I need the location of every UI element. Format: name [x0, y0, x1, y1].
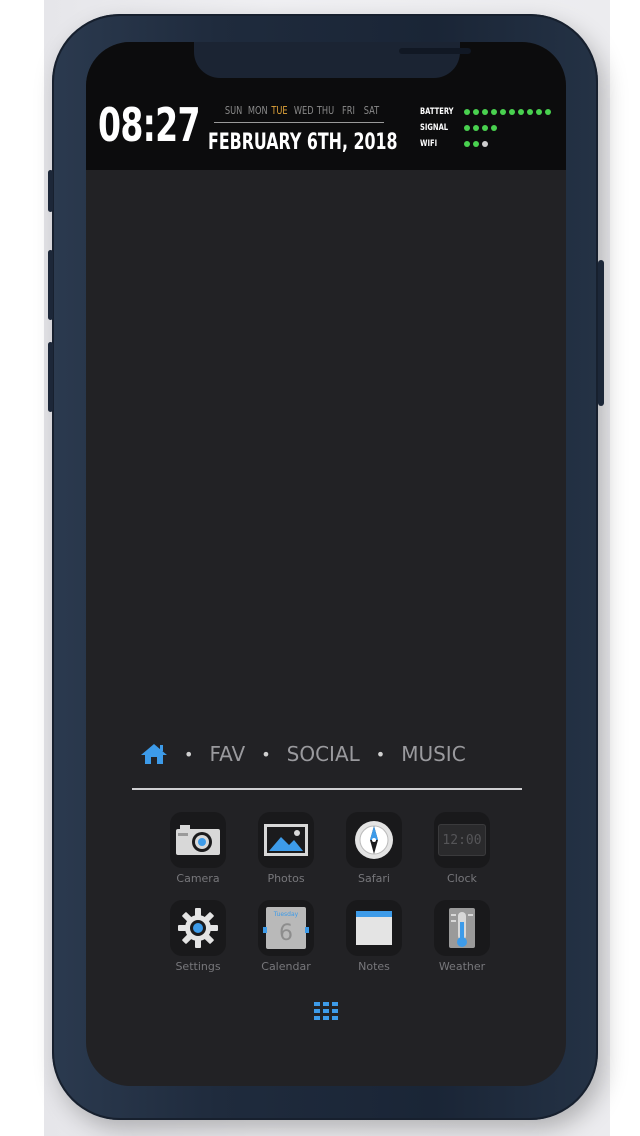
calendar-tile[interactable]: Tuesday 6 [258, 900, 314, 956]
camera-label: Camera [176, 872, 220, 885]
camera-tile[interactable] [170, 812, 226, 868]
volume-down-button [48, 342, 53, 412]
app-clock[interactable]: 12:00 Clock [422, 812, 502, 885]
home-screen: 08:27 SUN MON TUE WED THU FRI SAT FEBRUA… [86, 42, 566, 1086]
safari-label: Safari [358, 872, 390, 885]
calendar-day-name: Tuesday [273, 911, 299, 918]
weekday-thu: THU [316, 104, 335, 117]
meter-dot [473, 141, 479, 147]
settings-label: Settings [175, 960, 221, 973]
home-icon[interactable] [140, 742, 168, 766]
speaker-grille [399, 48, 471, 54]
battery-label: BATTERY [420, 107, 454, 117]
clock-label: Clock [447, 872, 477, 885]
tab-fav[interactable]: FAV [209, 742, 245, 766]
notes-tile[interactable] [346, 900, 402, 956]
app-safari[interactable]: Safari [334, 812, 414, 885]
meter-dot [536, 109, 542, 115]
tab-separator: • [261, 744, 271, 764]
notch [194, 42, 471, 78]
tab-music[interactable]: MUSIC [401, 742, 465, 766]
notes-label: Notes [358, 960, 390, 973]
weekday-sat: SAT [363, 104, 380, 117]
compass-icon [355, 821, 393, 859]
photos-icon [264, 824, 308, 856]
clock-icon: 12:00 [438, 824, 486, 856]
meter-dot [473, 125, 479, 131]
app-settings[interactable]: Settings [158, 900, 238, 973]
meter-dot [464, 125, 470, 131]
weekday-mon: MON [247, 104, 268, 117]
meter-dot [464, 109, 470, 115]
camera-icon [176, 825, 220, 855]
photos-tile[interactable] [258, 812, 314, 868]
grid-icon[interactable] [314, 1002, 338, 1020]
weather-tile[interactable] [434, 900, 490, 956]
volume-up-button [48, 250, 53, 320]
tab-social[interactable]: SOCIAL [287, 742, 360, 766]
thermometer-icon [449, 908, 475, 948]
meter-dot [482, 109, 488, 115]
meter-dot [491, 125, 497, 131]
calendar-label: Calendar [261, 960, 311, 973]
app-weather[interactable]: Weather [422, 900, 502, 973]
status-meters: BATTERY SIGNAL WIFI [420, 104, 551, 152]
photos-label: Photos [267, 872, 305, 885]
app-calendar[interactable]: Tuesday 6 Calendar [246, 900, 326, 973]
notes-icon [356, 911, 392, 945]
power-button [598, 260, 604, 406]
battery-dots [464, 109, 551, 115]
meter-dot [482, 141, 488, 147]
tabs-divider [132, 788, 522, 790]
meter-dot [482, 125, 488, 131]
signal-meter: SIGNAL [420, 120, 551, 136]
tab-separator: • [184, 744, 194, 764]
app-camera[interactable]: Camera [158, 812, 238, 885]
app-notes[interactable]: Notes [334, 900, 414, 973]
signal-label: SIGNAL [420, 123, 449, 133]
weekday-wed: WED [293, 104, 314, 117]
meter-dot [491, 109, 497, 115]
calendar-ring-left [263, 927, 267, 933]
calendar-day-number: 6 [279, 921, 293, 946]
meter-dot [473, 109, 479, 115]
mute-switch [48, 170, 53, 212]
meter-dot [500, 109, 506, 115]
wifi-meter: WIFI [420, 136, 551, 152]
weekday-fri: FRI [342, 104, 355, 117]
date-label: FEBRUARY 6TH, 2018 [208, 130, 398, 155]
meter-dot [527, 109, 533, 115]
weekday-tue: TUE [271, 104, 288, 117]
safari-tile[interactable] [346, 812, 402, 868]
wifi-label: WIFI [420, 139, 438, 149]
meter-dot [509, 109, 515, 115]
meter-dot [518, 109, 524, 115]
tab-separator: • [375, 744, 386, 764]
meter-dot [545, 109, 551, 115]
weekday-strip: SUN MON TUE WED THU FRI SAT [222, 104, 383, 117]
weekday-sun: SUN [224, 104, 243, 117]
calendar-icon: Tuesday 6 [263, 907, 309, 949]
date-divider [214, 122, 384, 123]
clock-time: 08:27 [98, 98, 201, 152]
clock-tile[interactable]: 12:00 [434, 812, 490, 868]
weather-label: Weather [438, 960, 486, 973]
battery-meter: BATTERY [420, 104, 551, 120]
settings-tile[interactable] [170, 900, 226, 956]
meter-dot [464, 141, 470, 147]
signal-dots [464, 125, 497, 131]
gear-icon [178, 908, 218, 948]
calendar-ring-right [305, 927, 309, 933]
page-tabs: • FAV • SOCIAL • MUSIC [140, 738, 520, 770]
wifi-dots [464, 141, 488, 147]
app-photos[interactable]: Photos [246, 812, 326, 885]
